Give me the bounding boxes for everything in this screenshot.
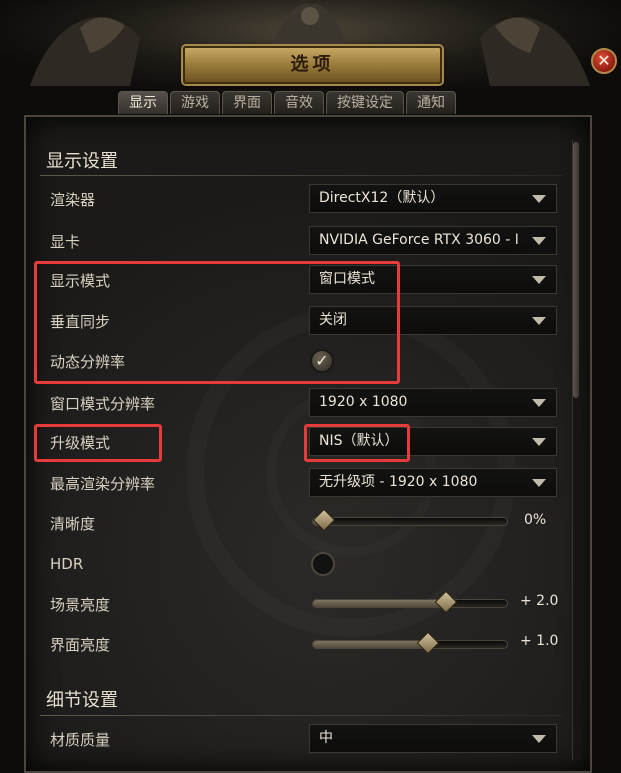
sharpness-value: 0% <box>524 512 547 528</box>
window-title: 选项 <box>183 46 442 84</box>
section-title-display: 显示设置 <box>46 151 118 172</box>
section-divider <box>40 175 562 176</box>
gpu-value: NVIDIA GeForce RTX 3060 - I <box>319 232 519 248</box>
renderer-dropdown[interactable]: DirectX12（默认） <box>309 184 557 213</box>
max-render-resolution-dropdown[interactable]: 无升级项 - 1920 x 1080 <box>309 468 557 497</box>
chevron-down-icon <box>532 317 546 325</box>
chevron-down-icon <box>532 237 546 245</box>
tab-bar: 显示 游戏 界面 音效 按键设定 通知 <box>118 91 456 115</box>
hdr-toggle[interactable] <box>311 552 335 576</box>
ui-brightness-label: 界面亮度 <box>50 636 111 654</box>
scrollbar-thumb[interactable] <box>573 142 579 398</box>
chevron-down-icon <box>532 735 546 743</box>
scene-brightness-value: + 2.0 <box>520 593 559 609</box>
texture-quality-label: 材质质量 <box>50 731 111 749</box>
highlight-box-display-group <box>34 261 400 384</box>
chevron-down-icon <box>532 195 546 203</box>
tab-display[interactable]: 显示 <box>118 91 168 114</box>
tab-keybindings[interactable]: 按键设定 <box>326 91 404 114</box>
statue-right-icon <box>480 17 590 86</box>
renderer-label: 渲染器 <box>50 191 96 209</box>
tab-notifications[interactable]: 通知 <box>406 91 456 114</box>
max-render-resolution-value: 无升级项 - 1920 x 1080 <box>319 474 478 490</box>
chevron-down-icon <box>532 399 546 407</box>
hdr-label: HDR <box>50 555 84 573</box>
sharpness-label: 清晰度 <box>50 515 96 533</box>
max-render-resolution-label: 最高渲染分辨率 <box>50 475 156 493</box>
ui-brightness-slider[interactable] <box>312 631 508 655</box>
gpu-dropdown[interactable]: NVIDIA GeForce RTX 3060 - I <box>309 226 557 255</box>
chevron-down-icon <box>532 276 546 284</box>
sharpness-slider[interactable] <box>312 508 508 532</box>
statue-center-icon <box>270 3 350 50</box>
renderer-value: DirectX12（默认） <box>319 190 445 206</box>
texture-quality-dropdown[interactable]: 中 <box>309 724 557 753</box>
close-button[interactable]: ✕ <box>591 48 617 74</box>
texture-quality-value: 中 <box>319 730 333 746</box>
chevron-down-icon <box>532 479 546 487</box>
highlight-box-upscale-value <box>304 424 410 462</box>
section-title-detail: 细节设置 <box>46 690 118 711</box>
window-resolution-label: 窗口模式分辨率 <box>50 395 156 413</box>
chevron-down-icon <box>532 438 546 446</box>
gpu-label: 显卡 <box>50 233 81 251</box>
tab-audio[interactable]: 音效 <box>274 91 324 114</box>
tab-interface[interactable]: 界面 <box>222 91 272 114</box>
ui-brightness-value: + 1.0 <box>520 633 559 649</box>
window-resolution-dropdown[interactable]: 1920 x 1080 <box>309 388 557 417</box>
scene-brightness-label: 场景亮度 <box>50 596 111 614</box>
window-resolution-value: 1920 x 1080 <box>319 394 408 410</box>
section-divider <box>40 715 562 716</box>
highlight-box-upscale-label <box>34 424 162 462</box>
tab-game[interactable]: 游戏 <box>170 91 220 114</box>
scene-brightness-slider[interactable] <box>312 590 508 614</box>
statue-left-icon <box>30 17 140 86</box>
